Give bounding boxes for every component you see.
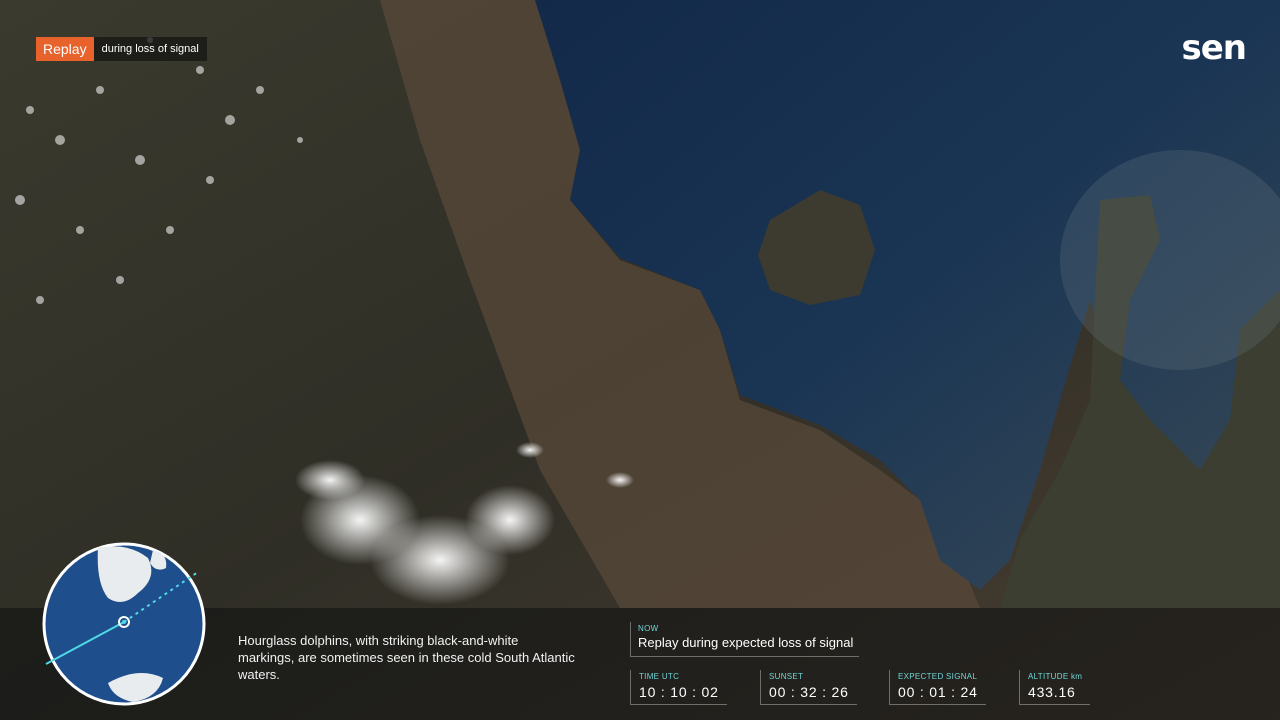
sunset-value: 00 : 32 : 26 [769,684,849,700]
sen-logo: sen [1181,28,1247,68]
replay-status-text: during loss of signal [93,37,207,61]
orbit-globe-icon [38,538,210,710]
now-label: NOW [638,624,659,633]
stat-sunset: SUNSET 00 : 32 : 26 [760,670,857,705]
caption-text: Hourglass dolphins, with striking black-… [238,633,575,682]
stat-expected-signal: EXPECTED SIGNAL 00 : 01 : 24 [889,670,986,705]
sunset-label: SUNSET [769,672,804,681]
expected-signal-value: 00 : 01 : 24 [898,684,978,700]
expected-signal-label: EXPECTED SIGNAL [898,672,978,681]
time-utc-label: TIME UTC [639,672,680,681]
stat-altitude: ALTITUDE km 433.16 [1019,670,1091,705]
altitude-label: ALTITUDE km [1028,672,1083,681]
time-utc-value: 10 : 10 : 02 [639,684,719,700]
replay-badge: Replay during loss of signal [36,37,207,61]
now-value: Replay during expected loss of signal [638,635,854,650]
stat-time-utc: TIME UTC 10 : 10 : 02 [630,670,727,705]
now-block: NOW Replay during expected loss of signa… [630,622,860,657]
replay-tag: Replay [36,37,94,61]
altitude-value: 433.16 [1028,684,1076,700]
